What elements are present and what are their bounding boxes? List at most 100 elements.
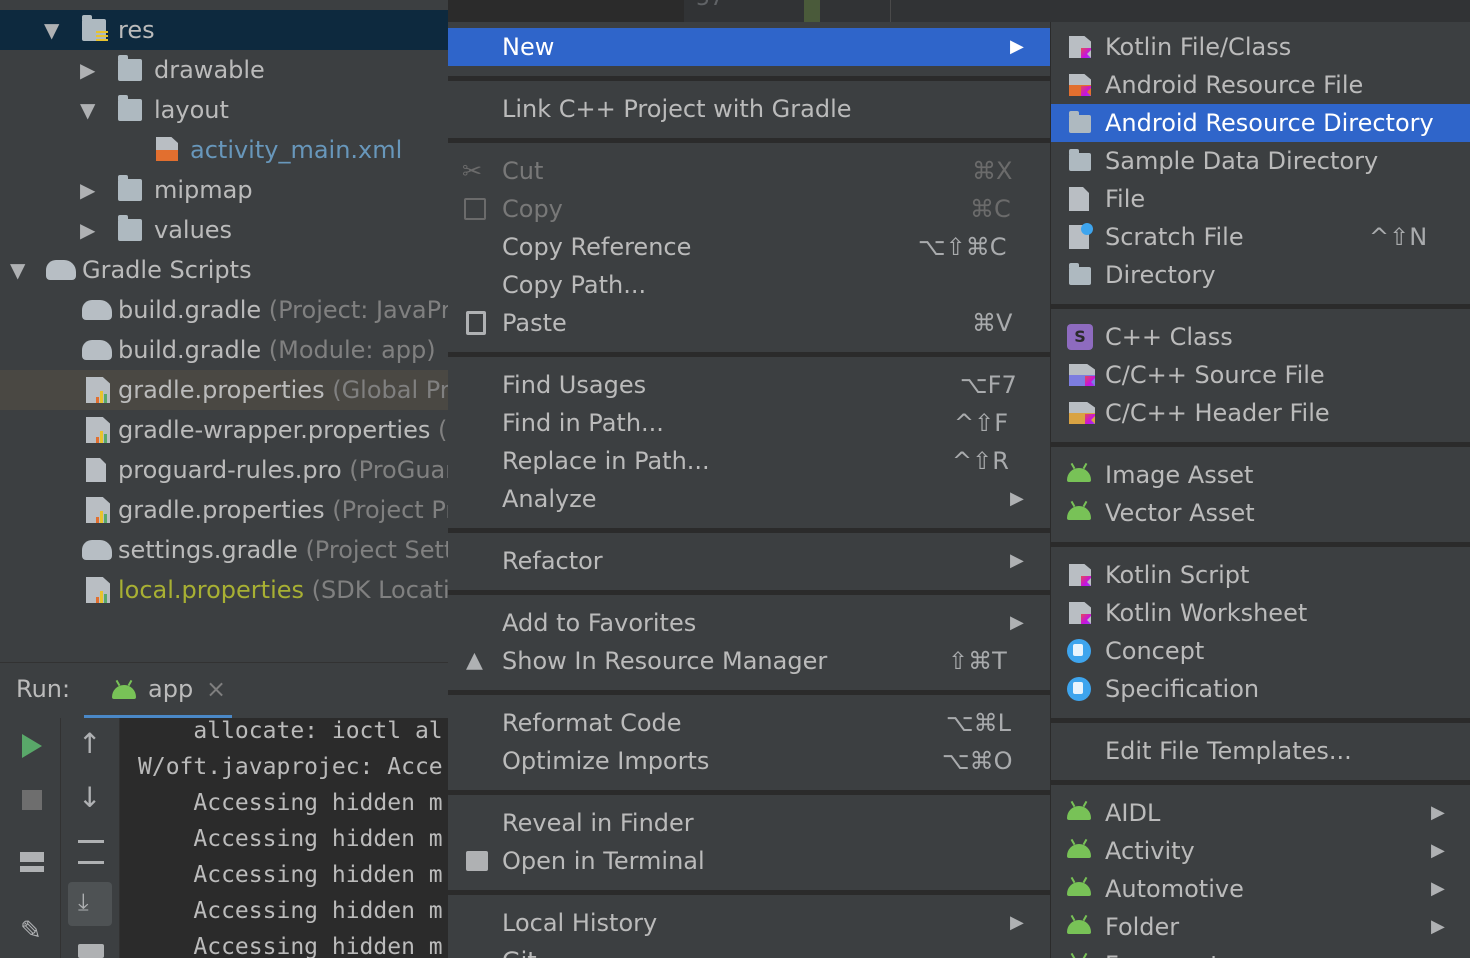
menu-item-open-in-terminal[interactable]: Open in Terminal [448,842,1050,880]
tree-item-gradle-properties-project[interactable]: gradle.properties (Project Pro [0,490,448,530]
close-tab-icon[interactable]: × [206,675,226,703]
tree-item-proguard-rules[interactable]: proguard-rules.pro (ProGuard [0,450,448,490]
menu-item-local-history[interactable]: Local History ▶ [448,904,1050,942]
console-line: Accessing hidden m [138,790,443,816]
collapse-arrow-icon[interactable]: ▶ [80,170,95,210]
tree-item-build-gradle-module[interactable]: build.gradle (Module: app) [0,330,448,370]
new-item-vector-asset[interactable]: Vector Asset [1051,494,1470,532]
tree-item-res[interactable]: ▼ res [0,10,448,50]
gradle-icon [82,540,112,560]
menu-item-replace-in-path[interactable]: Replace in Path... ^⇧R [448,442,1050,480]
new-item-cpp-source-file[interactable]: C/C++ Source File [1051,356,1470,394]
menu-item-optimize-imports[interactable]: Optimize Imports ⌥⌘O [448,742,1050,780]
new-item-sample-data-directory[interactable]: Sample Data Directory [1051,142,1470,180]
new-item-scratch-file[interactable]: Scratch File ^⇧N [1051,218,1470,256]
expand-arrow-icon[interactable]: ▼ [10,250,25,290]
pin-icon[interactable]: ✎ [20,918,42,944]
tree-item-drawable[interactable]: ▶ drawable [0,50,448,90]
menu-item-label: Show In Resource Manager [502,647,828,675]
menu-separator [448,690,1050,695]
console-output[interactable]: allocate: ioctl al W/oft.javaprojec: Acc… [120,718,448,958]
menu-item-copy-path[interactable]: Copy Path... [448,266,1050,304]
console-line: Accessing hidden m [138,826,443,852]
expand-arrow-icon[interactable]: ▼ [80,90,95,130]
menu-item-label: Add to Favorites [502,609,697,637]
menu-item-label: Optimize Imports [502,747,710,775]
console-line: allocate: ioctl al [138,718,443,744]
cpp-header-file-icon [1069,402,1095,424]
menu-item-label: Kotlin File/Class [1105,33,1292,61]
scroll-to-end-button[interactable]: ⤓ [68,882,112,926]
menu-item-label: Fragment [1105,946,1220,958]
new-item-concept[interactable]: Concept [1051,632,1470,670]
new-item-activity[interactable]: Activity ▶ [1051,832,1470,870]
new-item-cpp-header-file[interactable]: C/C++ Header File [1051,394,1470,432]
menu-item-paste[interactable]: Paste ⌘V [448,304,1050,342]
menu-item-label: Edit File Templates... [1105,737,1352,765]
menu-item-git[interactable]: Git [448,942,1050,958]
menu-item-label: C++ Class [1105,323,1233,351]
new-item-kotlin-script[interactable]: Kotlin Script [1051,556,1470,594]
new-item-kotlin-worksheet[interactable]: Kotlin Worksheet [1051,594,1470,632]
tree-item-label: layout [154,96,229,124]
new-item-image-asset[interactable]: Image Asset [1051,456,1470,494]
new-submenu: Kotlin File/Class Android Resource File … [1050,22,1470,958]
menu-item-show-in-resource-manager[interactable]: ▲ Show In Resource Manager ⇧⌘T [448,642,1050,680]
new-item-kotlin-file[interactable]: Kotlin File/Class [1051,28,1470,66]
scroll-down-icon[interactable]: ↓ [78,784,101,812]
menu-separator [448,590,1050,595]
menu-separator [1051,542,1470,547]
menu-item-reveal-in-finder[interactable]: Reveal in Finder [448,804,1050,842]
tree-item-local-properties[interactable]: local.properties (SDK Locatio [0,570,448,610]
properties-file-icon [86,377,110,403]
submenu-arrow-icon: ▶ [1431,946,1445,958]
new-item-aidl[interactable]: AIDL ▶ [1051,794,1470,832]
new-item-folder[interactable]: Folder ▶ [1051,908,1470,946]
new-item-file[interactable]: File [1051,180,1470,218]
tree-item-gradle-properties-global[interactable]: gradle.properties (Global Pro [0,370,448,410]
menu-item-reformat-code[interactable]: Reformat Code ⌥⌘L [448,704,1050,742]
menu-item-add-to-favorites[interactable]: Add to Favorites ▶ [448,604,1050,642]
tree-item-build-gradle-project[interactable]: build.gradle (Project: JavaPr [0,290,448,330]
rerun-play-icon[interactable] [22,734,42,758]
new-item-automotive[interactable]: Automotive ▶ [1051,870,1470,908]
tree-item-label: mipmap [154,176,253,204]
menu-item-label: Directory [1105,261,1216,289]
print-icon[interactable] [78,944,104,958]
android-icon [1067,806,1091,820]
new-item-specification[interactable]: Specification [1051,670,1470,708]
menu-item-new[interactable]: New ▶ [448,28,1050,66]
new-item-cpp-class[interactable]: S C++ Class [1051,318,1470,356]
collapse-arrow-icon[interactable]: ▶ [80,50,95,90]
menu-item-copy-reference[interactable]: Copy Reference ⌥⇧⌘C [448,228,1050,266]
menu-item-label: Concept [1105,637,1205,665]
new-item-edit-file-templates[interactable]: Edit File Templates... [1051,732,1470,770]
menu-item-analyze[interactable]: Analyze ▶ [448,480,1050,518]
new-item-android-resource-directory[interactable]: Android Resource Directory [1051,104,1470,142]
run-tab-app[interactable]: app × [84,663,232,719]
expand-arrow-icon[interactable]: ▼ [44,10,59,50]
new-item-directory[interactable]: Directory [1051,256,1470,294]
scroll-up-icon[interactable]: ↑ [78,730,101,758]
properties-file-icon [86,577,110,603]
folder-icon [118,175,142,201]
tree-item-gradle-wrapper-properties[interactable]: gradle-wrapper.properties (G [0,410,448,450]
tree-item-activity-main-xml[interactable]: activity_main.xml [0,130,448,170]
menu-item-link-cpp[interactable]: Link C++ Project with Gradle [448,90,1050,128]
new-item-fragment[interactable]: Fragment ▶ [1051,946,1470,958]
menu-item-refactor[interactable]: Refactor ▶ [448,542,1050,580]
stop-icon[interactable] [22,790,42,810]
soft-wrap-icon[interactable] [78,840,104,864]
tree-item-mipmap[interactable]: ▶ mipmap [0,170,448,210]
tree-item-settings-gradle[interactable]: settings.gradle (Project Setti [0,530,448,570]
new-item-android-resource-file[interactable]: Android Resource File [1051,66,1470,104]
tree-item-values[interactable]: ▶ values [0,210,448,250]
menu-item-find-in-path[interactable]: Find in Path... ^⇧F [448,404,1050,442]
menu-item-find-usages[interactable]: Find Usages ⌥F7 [448,366,1050,404]
menu-item-label: Find in Path... [502,409,664,437]
tree-item-layout[interactable]: ▼ layout [0,90,448,130]
collapse-arrow-icon[interactable]: ▶ [80,210,95,250]
layout-icon[interactable] [20,852,44,872]
tree-item-label: gradle.properties [118,496,325,524]
tree-item-gradle-scripts[interactable]: ▼ Gradle Scripts [0,250,448,290]
